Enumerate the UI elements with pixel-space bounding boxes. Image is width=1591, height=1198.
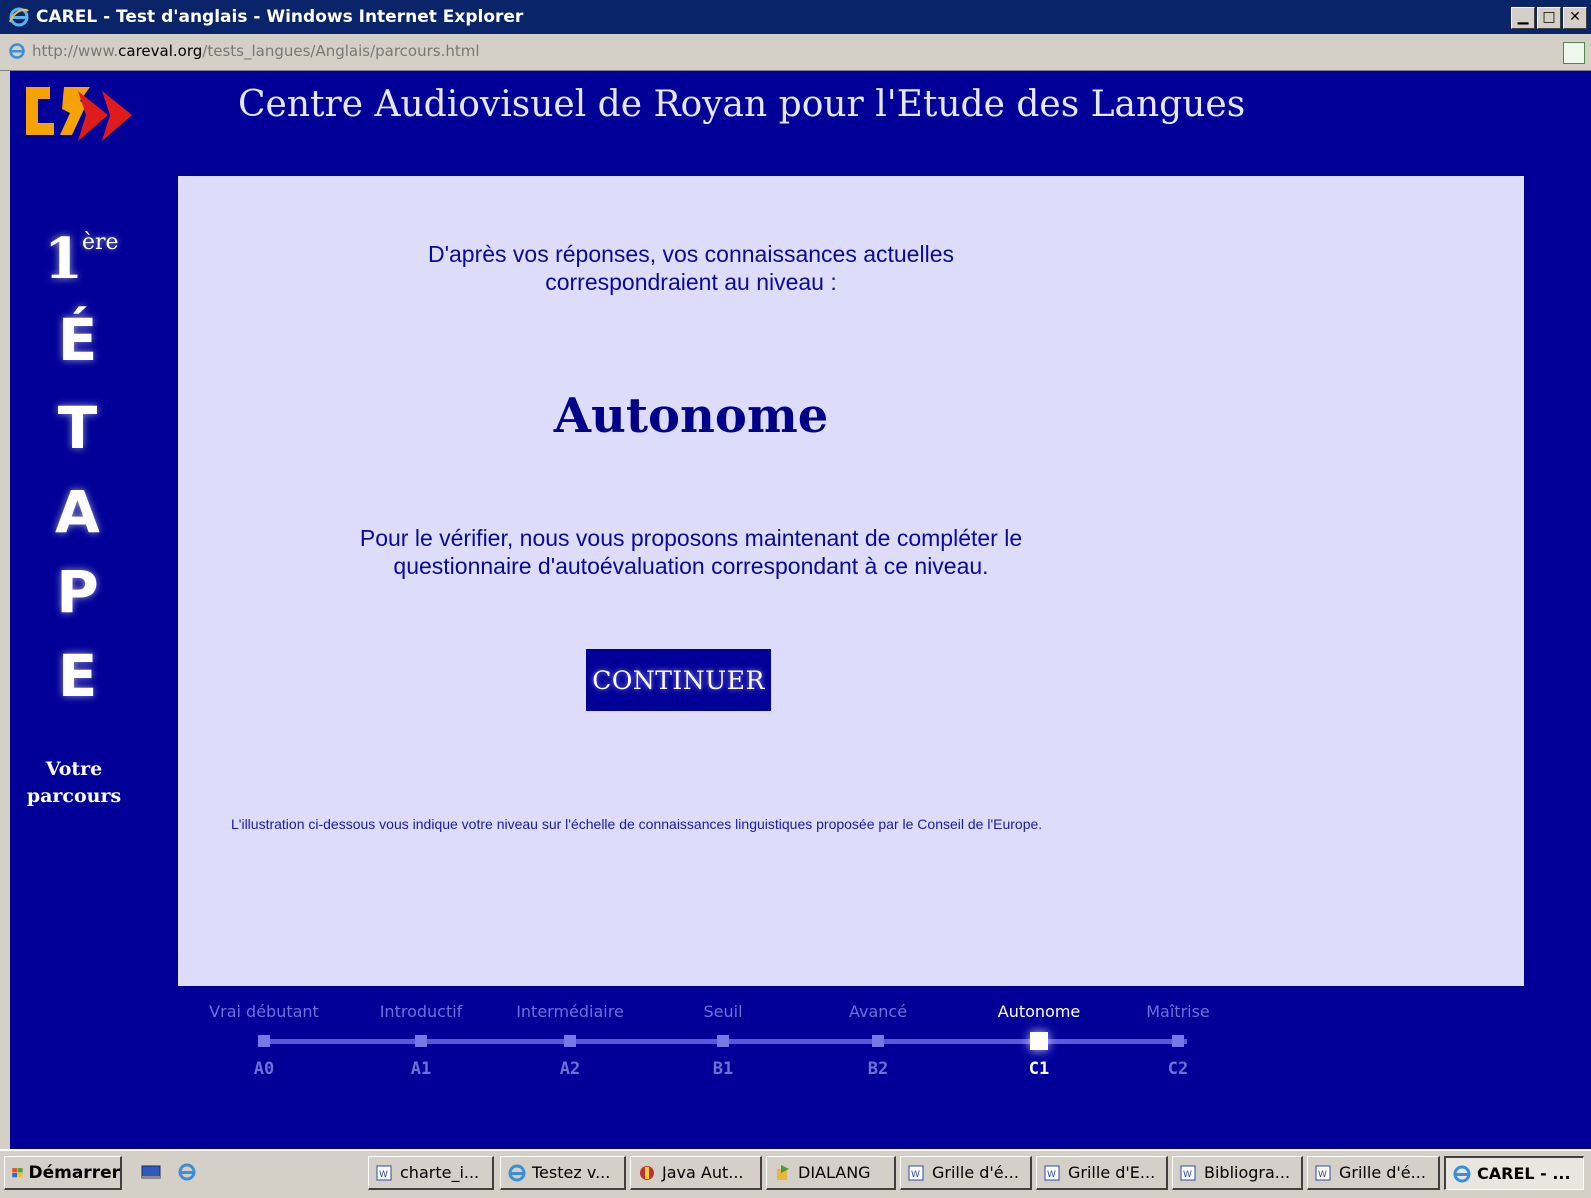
word-icon: W [1314,1163,1334,1183]
taskbar-button[interactable]: W Bibliogra... [1172,1156,1303,1190]
taskbar-button-label: Bibliogra... [1204,1163,1291,1182]
taskbar-button-label: CAREL - ... [1477,1164,1571,1183]
taskbar-button-label: Testez v... [532,1163,611,1182]
step-letter: A [55,478,100,546]
scale-level-code: C2 [1167,1059,1189,1079]
step-letter: É [57,306,98,374]
taskbar-button[interactable]: DIALANG [766,1156,896,1190]
taskbar-button[interactable]: W Grille d'é... [1307,1156,1440,1190]
scale-level-code: A2 [559,1059,581,1079]
site-title: Centre Audiovisuel de Royan pour l'Etude… [238,84,1246,125]
scale-marker [415,1035,427,1047]
web-page: Centre Audiovisuel de Royan pour l'Etude… [10,71,1591,1149]
scale-level-label: Seuil [703,1002,743,1021]
result-panel: D'après vos réponses, vos connaissances … [178,176,1524,986]
taskbar-button[interactable]: Java Aut... [630,1156,762,1190]
taskbar-button-label: DIALANG [798,1163,871,1182]
level-result: Autonome [553,388,829,444]
taskbar: Démarrer Wcharte_i... Testez v... Java Aut… [0,1149,1591,1198]
window-title: CAREL - Test d'anglais - Windows Interne… [36,7,524,27]
window-title-bar[interactable]: CAREL - Test d'anglais - Windows Interne… [0,0,1591,34]
scale-marker-current [1030,1032,1048,1050]
scale-marker [872,1035,884,1047]
word-icon: W [907,1163,927,1183]
taskbar-button[interactable]: W Grille d'é... [900,1156,1032,1190]
illustration-note: L'illustration ci-dessous vous indique v… [231,816,1043,832]
scale-marker [1172,1035,1184,1047]
scale-level-code: B2 [867,1059,889,1079]
intro-text: D'après vos réponses, vos connaissances … [427,241,954,295]
scale-level-label: Maîtrise [1146,1002,1210,1021]
continue-button[interactable]: CONTINUER [586,649,771,711]
url-text: http://www.careval.org/tests_langues/Ang… [32,42,480,60]
maximize-button[interactable]: □ [1537,7,1561,29]
start-button[interactable]: Démarrer [4,1156,122,1190]
step-letter: T [57,394,98,462]
scale-marker [717,1035,729,1047]
windows-flag-icon [12,1167,23,1177]
scale-level-code: A1 [410,1059,432,1079]
scale-level-label: Autonome [997,1002,1081,1021]
ie-icon [1452,1164,1472,1184]
carel-logo [26,87,132,141]
votre-parcours-label[interactable]: Votre parcours [10,756,138,810]
word-icon: W [1043,1163,1063,1183]
taskbar-button-label: Grille d'é... [1339,1163,1426,1182]
scale-level-code: B1 [712,1059,734,1079]
minimize-button[interactable]: ▁ [1511,7,1535,29]
svg-text:W: W [1318,1170,1327,1180]
feed-icon[interactable] [1563,42,1585,64]
taskbar-button[interactable]: W Grille d'E... [1036,1156,1168,1190]
svg-text:W: W [379,1170,388,1180]
taskbar-button[interactable]: Testez v... [500,1156,626,1190]
scale-level-label: Intermédiaire [516,1002,624,1021]
scale-marker [258,1035,270,1047]
step-suffix: ère [82,230,119,255]
step-letter: E [57,642,98,710]
scale-level-label: Vrai débutant [209,1002,319,1021]
scale-level-label: Avancé [848,1002,908,1021]
taskbar-button-label: Java Aut... [662,1163,744,1182]
taskbar-button[interactable]: Wcharte_i... [368,1156,494,1190]
svg-text:W: W [1047,1170,1056,1180]
scale-line [264,1039,1187,1044]
scale-level-label: Introductif [379,1002,463,1021]
taskbar-button-label: charte_i... [400,1163,480,1182]
ie-quicklaunch-icon[interactable] [176,1162,198,1182]
dialang-icon [773,1163,793,1183]
word-icon: W [1179,1163,1199,1183]
address-bar: http://www.careval.org/tests_langues/Ang… [0,34,1591,71]
scale-level-code: A0 [253,1059,275,1079]
page-ie-icon [9,43,25,59]
taskbar-button-label: Grille d'é... [932,1163,1019,1182]
url-field[interactable]: http://www.careval.org/tests_langues/Ang… [8,38,1558,64]
step-letter: P [56,558,99,626]
taskbar-button[interactable]: CAREL - ... [1444,1156,1584,1190]
close-button[interactable]: ✕ [1563,7,1587,29]
ie-icon [507,1163,527,1183]
verify-text: Pour le vérifier, nous vous proposons ma… [359,525,1023,579]
ie-icon [9,7,29,27]
taskbar-button-label: Grille d'E... [1068,1163,1156,1182]
scale-level-code: C1 [1028,1059,1050,1079]
show-desktop-icon[interactable] [140,1162,162,1182]
svg-text:W: W [911,1170,920,1180]
word-icon: W [375,1163,395,1183]
java-icon [637,1163,657,1183]
step-number: 1 [44,226,83,292]
scale-marker [564,1035,576,1047]
svg-text:W: W [1183,1170,1192,1180]
